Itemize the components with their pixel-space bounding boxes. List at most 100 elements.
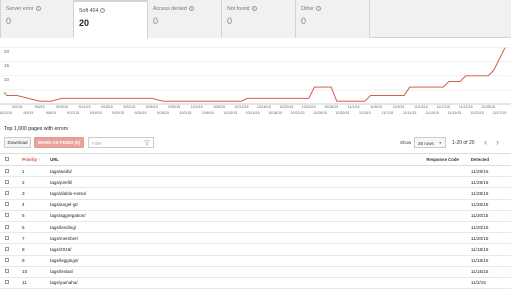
priority-header-label: Priority [22,157,38,162]
tab-soft-404[interactable]: Soft 404? 20 [74,0,148,39]
errors-line-chart: 20 15 10 5 9/2/15 9/6/15 9/10/15 9/14/15 9/18/15… [0,42,511,122]
row-url[interactable]: tags/lending/ [50,221,351,234]
help-icon[interactable]: ? [315,6,321,12]
table-row[interactable]: 3 tags/diablo-rosso/11/28/15 [0,187,511,200]
list-title: Top 1,000 pages with errors [4,126,69,132]
row-response-code [350,165,471,178]
table-row[interactable]: 1 tags/weibi/11/29/15 [0,165,511,178]
row-checkbox[interactable] [5,190,9,195]
prev-page-button[interactable]: ‹ [484,137,487,148]
rows-per-page-select[interactable]: 25 rows ▼ [414,137,446,148]
help-icon[interactable]: ? [35,6,41,12]
row-url[interactable]: tags/leggings/ [50,255,351,267]
mark-as-fixed-button[interactable]: MARK AS FIXED (0) [34,137,84,148]
row-checkbox[interactable] [5,235,9,240]
row-checkbox-cell [0,210,19,222]
tab-label: Server error [6,6,34,12]
table-row[interactable]: 10 tags/lexlan/11/15/15 [0,266,511,278]
detected-header[interactable]: Detected [470,153,511,166]
row-checkbox[interactable] [5,269,9,274]
row-checkbox-cell [0,232,19,245]
table-row[interactable]: 8 tags/2016/11/18/15 [0,243,511,256]
rows-per-page-value: 25 rows [418,141,434,146]
row-detected: 11/20/15 [470,221,511,234]
row-url[interactable]: tags/lexlan/ [50,266,351,278]
x-tick-label: 11/25/15 [481,105,496,109]
x-tick-label: 11/23/15 [470,111,484,115]
filter-icon [144,140,150,146]
row-url[interactable]: tags/yamaha/ [50,277,351,290]
x-tick-label: 11/11/15 [402,111,417,115]
row-checkbox-cell [0,176,19,189]
table-row[interactable]: 9 tags/leggings/11/18/15 [0,255,511,267]
row-url[interactable]: tags/diablo-rosso/ [50,187,351,200]
row-checkbox[interactable] [5,168,9,173]
help-icon[interactable]: ? [100,8,106,14]
show-label: Show [400,140,412,145]
row-checkbox[interactable] [5,179,9,184]
table-row[interactable]: 4 tags/angel-gt/11/26/15 [0,199,511,211]
response-code-header[interactable]: Response Code [350,153,471,166]
row-detected: 11/29/15 [470,165,511,178]
x-tick-label: 11/3/15 [358,111,371,115]
chart-canvas [0,47,511,105]
tab-other[interactable]: Other? 0 [296,0,370,38]
x-tick-label: 11/15/15 [425,111,439,115]
row-url[interactable]: tags/2016/ [50,243,351,256]
row-detected: 11/20/15 [470,232,511,245]
x-tick-label: 10/18/15 [268,111,283,115]
row-checkbox-cell [0,187,19,200]
table-row[interactable]: 6 tags/lending/11/20/15 [0,221,511,234]
select-all-checkbox[interactable] [5,157,9,161]
tab-server-error[interactable]: Server error? 0 [0,0,74,38]
row-url[interactable]: tags/angel-gt/ [50,199,351,211]
x-tick-label: 10/22/15 [290,111,305,115]
priority-header[interactable]: Priority ↑ [18,153,51,166]
help-icon[interactable]: ? [251,6,257,12]
table-row[interactable]: 7 tags/member/11/20/15 [0,232,511,245]
x-tick-label: 11/13/15 [414,105,428,109]
row-priority: 2 [18,176,51,189]
download-button[interactable]: Download [4,137,31,148]
row-checkbox[interactable] [5,280,9,285]
table-header-row: Priority ↑ URL Response Code Detected [0,153,511,166]
y-tick-label: 5 [4,90,7,96]
tab-access-denied[interactable]: Access denied? 0 [148,0,222,38]
row-checkbox[interactable] [5,213,9,218]
url-header[interactable]: URL [50,153,351,166]
next-page-button[interactable]: › [496,137,499,148]
row-url[interactable]: tags/aggregation/ [50,210,351,222]
x-tick-label: 11/21/15 [458,105,473,109]
help-icon[interactable]: ? [188,6,194,12]
x-tick-label: 9/24/15 [134,111,147,115]
x-tick-label: 9/10/15 [56,105,69,109]
x-tick-label: 10/28/15 [324,105,339,109]
table-row[interactable]: 2 tags/pirelli/11/28/15 [0,176,511,189]
row-checkbox[interactable] [5,246,9,251]
row-priority: 9 [18,255,51,267]
tab-label: Other [301,6,314,12]
row-url[interactable]: tags/pirelli/ [50,176,351,189]
row-checkbox[interactable] [5,258,9,263]
row-response-code [350,210,471,222]
x-tick-label: 8/31/15 [0,111,12,115]
table-row[interactable]: 11 tags/yamaha/11/2/15 [0,277,511,290]
row-detected: 11/18/15 [470,255,511,267]
tab-label: Soft 404 [79,8,99,14]
row-priority: 4 [18,199,51,211]
tab-not-found[interactable]: Not found? 0 [222,0,296,38]
row-checkbox[interactable] [5,224,9,229]
row-checkbox[interactable] [5,202,9,207]
row-response-code [350,199,471,211]
table-toolbar: Download MARK AS FIXED (0) Filter Show 2… [0,137,511,151]
row-detected: 11/26/15 [470,199,511,211]
x-tick-label: 9/14/15 [78,105,91,109]
x-tick-label: 11/5/15 [370,105,382,109]
row-url[interactable]: tags/member/ [50,232,351,245]
row-checkbox-cell [0,165,19,178]
select-all-cell [0,153,19,166]
row-checkbox-cell [0,199,19,211]
row-url[interactable]: tags/weibi/ [50,165,351,178]
table-row[interactable]: 5 tags/aggregation/11/20/15 [0,210,511,222]
filter-input[interactable]: Filter [88,137,154,148]
